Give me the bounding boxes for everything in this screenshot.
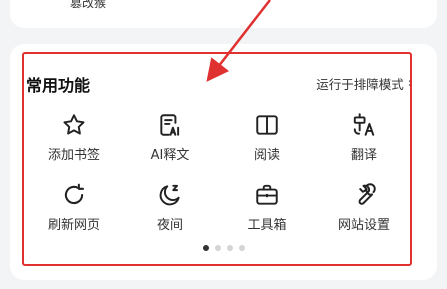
moon-icon [157,182,183,208]
function-label: 刷新网页 [47,218,100,233]
troubleshoot-mode-link[interactable]: 运行于排障模式 › [316,74,413,93]
page-dot[interactable] [226,245,233,251]
refresh-icon [61,182,87,208]
refresh-page-button[interactable]: 刷新网页 [24,178,124,236]
page-dot[interactable] [214,245,221,251]
function-label: 添加书签 [47,148,100,163]
night-mode-button[interactable]: 夜间 [120,178,220,236]
wrench-icon [351,182,377,208]
function-label: 夜间 [156,218,183,233]
function-label: 工具箱 [247,218,287,233]
reader-button[interactable]: 阅读 [217,108,317,166]
extension-label[interactable]: 篡改猴 [70,0,106,11]
mode-link-label: 运行于排障模式 [316,77,404,92]
function-label: 阅读 [253,148,280,163]
translate-button[interactable]: 翻译 [314,108,414,166]
ai-document-icon [157,112,183,138]
function-label: 翻译 [350,148,377,163]
page-indicator [0,245,447,251]
function-label: AI释文 [150,148,190,163]
translate-icon [351,112,377,138]
toolbox-button[interactable]: 工具箱 [217,178,317,236]
toolbox-icon [254,182,280,208]
page-dot[interactable] [238,245,245,251]
page-dot-active[interactable] [202,245,209,251]
chevron-right-icon: › [407,76,413,91]
function-grid: 添加书签 AI释文 阅读 翻译 刷新网页 夜间 工具箱 网站设置 [24,108,424,238]
previous-card: 篡改猴 [10,0,437,28]
add-bookmark-button[interactable]: 添加书签 [24,108,124,166]
book-icon [254,112,280,138]
star-icon [61,112,87,138]
ai-explain-button[interactable]: AI释文 [120,108,220,166]
site-settings-button[interactable]: 网站设置 [314,178,414,236]
function-label: 网站设置 [337,218,390,233]
section-title: 常用功能 [26,76,91,95]
